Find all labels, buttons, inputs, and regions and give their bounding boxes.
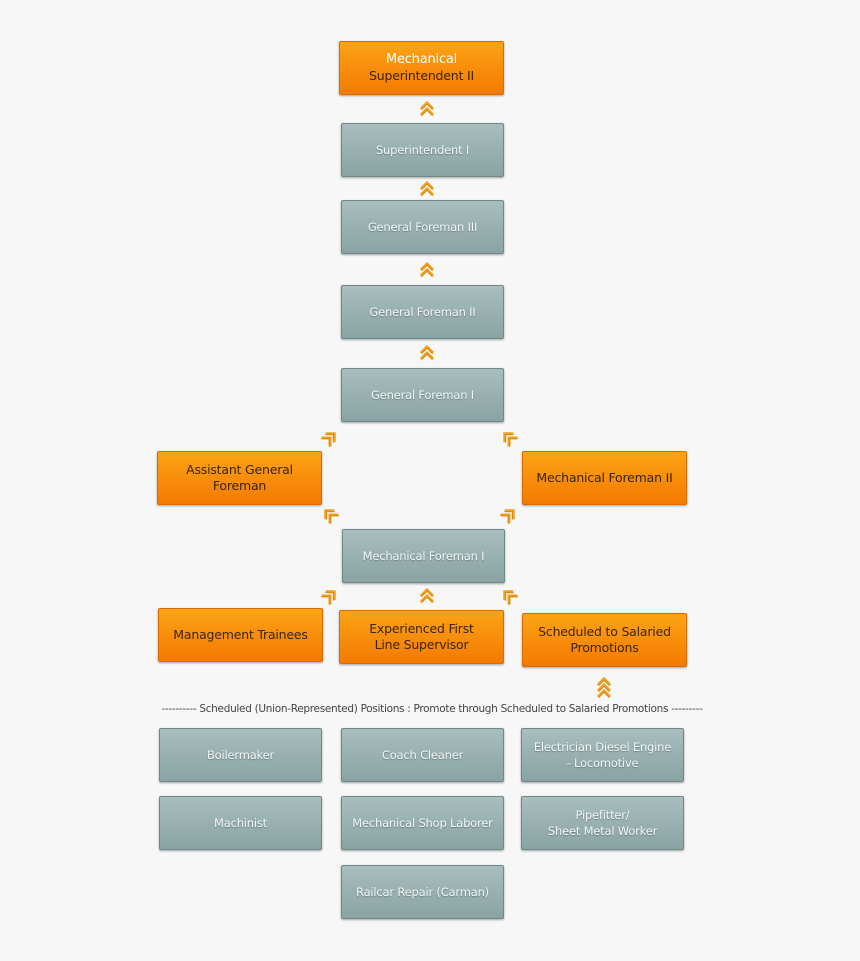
position-coach-cleaner: Coach Cleaner	[341, 728, 504, 782]
node-label-line2: Superintendent II	[369, 68, 474, 83]
node-superintendent-i: Superintendent I	[341, 123, 504, 177]
double-chevron-up-icon	[419, 181, 435, 197]
scheduled-positions-divider: ---------- Scheduled (Union-Represented)…	[161, 703, 703, 715]
node-label-line1: Mechanical	[385, 52, 458, 67]
node-experienced-first-line-supervisor: Experienced First Line Supervisor	[339, 610, 504, 664]
node-mechanical-superintendent-ii: Mechanical Superintendent II	[339, 41, 504, 95]
node-mechanical-foreman-ii: Mechanical Foreman II	[522, 451, 687, 505]
node-general-foreman-i: General Foreman I	[341, 368, 504, 422]
node-management-trainees: Management Trainees	[158, 608, 323, 662]
double-chevron-up-icon	[419, 588, 435, 604]
position-railcar-repair: Railcar Repair (Carman)	[341, 865, 504, 919]
node-general-foreman-iii: General Foreman III	[341, 200, 504, 254]
position-boilermaker: Boilermaker	[159, 728, 322, 782]
triple-chevron-up-icon	[596, 677, 612, 699]
double-chevron-up-icon	[419, 345, 435, 361]
double-chevron-up-right-icon	[320, 588, 338, 606]
node-general-foreman-ii: General Foreman II	[341, 285, 504, 339]
double-chevron-up-left-icon	[501, 430, 519, 448]
position-mechanical-shop-laborer: Mechanical Shop Laborer	[341, 796, 504, 850]
node-mechanical-foreman-i: Mechanical Foreman I	[342, 529, 505, 583]
double-chevron-up-left-icon	[322, 507, 340, 525]
double-chevron-up-left-icon	[501, 588, 519, 606]
double-chevron-up-right-icon	[320, 430, 338, 448]
position-machinist: Machinist	[159, 796, 322, 850]
node-scheduled-to-salaried-promotions: Scheduled to Salaried Promotions	[522, 613, 687, 667]
position-pipefitter-sheet-metal-worker: Pipefitter/ Sheet Metal Worker	[521, 796, 684, 850]
position-electrician-diesel-engine: Electrician Diesel Engine - Locomotive	[521, 728, 684, 782]
node-assistant-general-foreman: Assistant General Foreman	[157, 451, 322, 505]
double-chevron-up-right-icon	[499, 507, 517, 525]
double-chevron-up-icon	[419, 101, 435, 117]
double-chevron-up-icon	[419, 262, 435, 278]
